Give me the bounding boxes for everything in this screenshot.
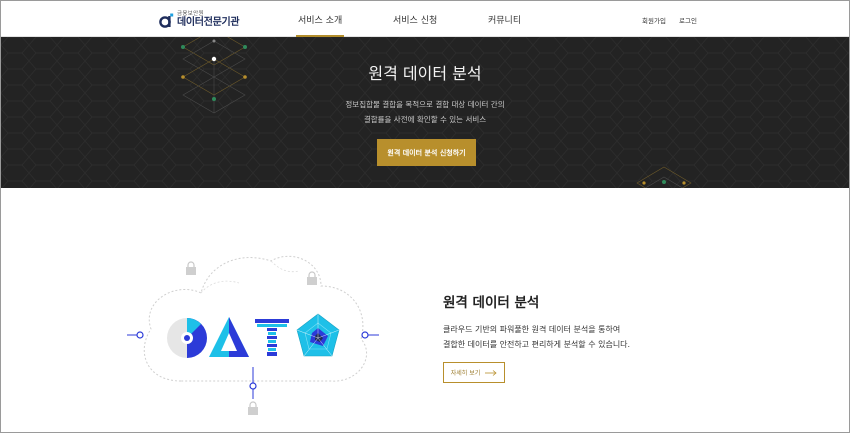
cloud-data-illustration (127, 255, 379, 415)
lock-icon (186, 261, 196, 275)
section-desc-line-2: 결합한 데이터를 안전하고 편리하게 분석할 수 있습니다. (443, 340, 631, 349)
site-logo[interactable]: 금융보안원 데이터전문기관 (159, 10, 240, 30)
signup-link[interactable]: 회원가입 (642, 15, 666, 25)
letter-t-bars-icon (255, 319, 289, 356)
connector-right (361, 331, 379, 339)
section-title: 원격 데이터 분석 (443, 295, 540, 311)
logo-icon (159, 13, 174, 28)
login-link[interactable]: 로그인 (679, 15, 697, 25)
lock-icon (248, 401, 258, 415)
hero-banner: 원격 데이터 분석 정보집합물 결합을 목적으로 결합 대상 데이터 간의 결합… (1, 37, 849, 188)
hero-title: 원격 데이터 분석 (368, 64, 482, 83)
hero-desc-line-2: 결합률을 사전에 확인할 수 있는 서비스 (363, 115, 487, 124)
hero-desc-line-1: 정보집합물 결합을 목적으로 결합 대상 데이터 간의 (345, 100, 505, 109)
connector-left (127, 331, 144, 339)
logo-title: 데이터전문기관 (177, 17, 240, 29)
page-frame: 금융보안원 데이터전문기관 서비스 소개 서비스 신청 커뮤니티 회원가입 로그… (0, 0, 850, 433)
apply-remote-analysis-button[interactable]: 원격 데이터 분석 신청하기 (377, 139, 476, 166)
hero-description: 정보집합물 결합을 목적으로 결합 대상 데이터 간의 결합률을 사전에 확인할… (1, 97, 849, 127)
nav-service-intro[interactable]: 서비스 소개 (295, 13, 345, 37)
nav-community[interactable]: 커뮤니티 (488, 13, 521, 26)
cloud-outline (143, 255, 367, 382)
letter-a-triangle-icon (209, 317, 249, 357)
nav-service-apply[interactable]: 서비스 신청 (393, 13, 437, 26)
arrow-right-icon (485, 369, 497, 376)
section-desc-line-1: 클라우드 기반의 파워풀한 원격 데이터 분석을 통하여 (443, 325, 621, 334)
connector-bottom (249, 367, 257, 399)
section-description: 클라우드 기반의 파워풀한 원격 데이터 분석을 통하여 결합한 데이터를 안전… (443, 322, 630, 352)
letter-a-radar-icon (296, 313, 340, 357)
lock-icon (307, 271, 317, 285)
letter-d-pie-icon (167, 318, 207, 358)
view-details-label: 자세히 보기 (450, 370, 481, 377)
view-details-button[interactable]: 자세히 보기 (443, 362, 505, 383)
site-header: 금융보안원 데이터전문기관 서비스 소개 서비스 신청 커뮤니티 회원가입 로그… (1, 1, 849, 37)
